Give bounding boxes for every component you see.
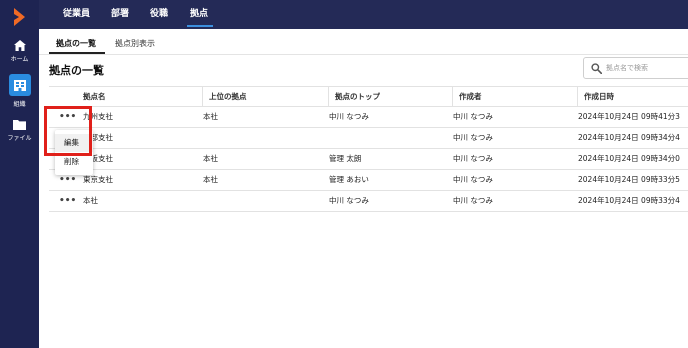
cell-top: 管理 あおい [329, 175, 369, 184]
cell-creator: 中川 なつみ [453, 154, 493, 163]
cell-created-at: 2024年10月24日 09時34分0 [578, 154, 680, 163]
subtab-location-view[interactable]: 拠点別表示 [115, 38, 155, 49]
cell-top: 中川 なつみ [329, 196, 369, 205]
table-row[interactable]: ••• 東京支社 本社 管理 あおい 中川 なつみ 2024年10月24日 09… [49, 170, 688, 191]
brand-chevron-icon[interactable] [12, 8, 26, 26]
home-icon [13, 40, 26, 51]
search-icon [591, 63, 602, 74]
cell-top: 管理 太朗 [329, 154, 362, 163]
tab-departments[interactable]: 部署 [111, 0, 129, 29]
tab-positions[interactable]: 役職 [150, 0, 168, 29]
cell-creator: 中川 なつみ [453, 175, 493, 184]
column-header-name[interactable]: 拠点名 [83, 87, 106, 107]
tab-employees[interactable]: 従業員 [63, 0, 90, 29]
search-box [583, 57, 688, 79]
table-header-row: 拠点名 上位の拠点 拠点のトップ 作成者 作成日時 [49, 86, 688, 107]
column-header-parent[interactable]: 上位の拠点 [202, 87, 247, 107]
sidebar-item-label: ホーム [10, 56, 29, 63]
cell-creator: 中川 なつみ [453, 196, 493, 205]
cell-created-at: 2024年10月24日 09時33分5 [578, 175, 680, 184]
search-input[interactable] [606, 61, 688, 75]
table-row[interactable]: ••• 本社 中川 なつみ 中川 なつみ 2024年10月24日 09時33分4 [49, 191, 688, 212]
column-header-created-at[interactable]: 作成日時 [577, 87, 614, 107]
top-nav-bar: 従業員 部署 役職 拠点 [39, 0, 688, 29]
cell-creator: 中川 なつみ [453, 112, 493, 121]
organization-icon [13, 79, 26, 91]
highlight-annotation-box [44, 106, 92, 156]
sidebar-item-label: ファイル [7, 135, 32, 142]
cell-created-at: 2024年10月24日 09時33分4 [578, 196, 680, 205]
cell-created-at: 2024年10月24日 09時41分3 [578, 112, 680, 121]
row-menu-button[interactable]: ••• [59, 191, 76, 211]
cell-created-at: 2024年10月24日 09時34分4 [578, 133, 680, 142]
subtab-divider [39, 54, 688, 55]
sidebar-active-tile [8, 74, 31, 96]
table-row[interactable]: ••• 九州支社 本社 中川 なつみ 中川 なつみ 2024年10月24日 09… [49, 107, 688, 128]
page-title: 拠点の一覧 [49, 64, 104, 77]
subtab-location-list[interactable]: 拠点の一覧 [56, 38, 96, 49]
cell-parent: 本社 [203, 154, 218, 163]
cell-top: 中川 なつみ [329, 112, 369, 121]
table-row[interactable]: ••• 北部支社 中川 なつみ 2024年10月24日 09時34分4 [49, 128, 688, 149]
cell-parent: 本社 [203, 112, 218, 121]
sidebar-item-organization[interactable]: 組織 [0, 74, 39, 108]
tab-locations[interactable]: 拠点 [186, 0, 214, 29]
sidebar-item-label: 組織 [13, 101, 26, 108]
column-header-top[interactable]: 拠点のトップ [328, 87, 380, 107]
locations-table: 拠点名 上位の拠点 拠点のトップ 作成者 作成日時 ••• 九州支社 本社 中川… [49, 86, 688, 212]
cell-name: 本社 [83, 196, 98, 205]
cell-creator: 中川 なつみ [453, 133, 493, 142]
sidebar-item-files[interactable]: ファイル [0, 119, 39, 142]
folder-icon [13, 120, 26, 130]
column-header-creator[interactable]: 作成者 [452, 87, 482, 107]
cell-parent: 本社 [203, 175, 218, 184]
sidebar-item-home[interactable]: ホーム [0, 40, 39, 63]
table-row[interactable]: ••• 大阪支社 本社 管理 太朗 中川 なつみ 2024年10月24日 09時… [49, 149, 688, 170]
sidebar: ホーム 組織 ファイル [0, 0, 39, 348]
